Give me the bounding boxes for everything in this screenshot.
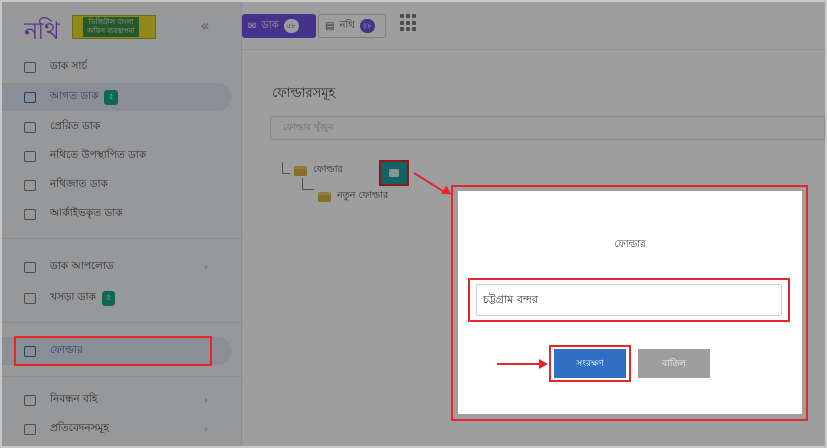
cancel-button[interactable]: বাতিল	[638, 349, 710, 378]
folder-name-input[interactable]	[476, 284, 782, 316]
dialog-title: ফোল্ডার	[614, 239, 646, 250]
annotation-highlight-box	[14, 336, 212, 366]
app-window: নথি ডিজিটাল বাংলা অফিস ব্যবস্থাপনা « ডাক…	[0, 0, 827, 448]
save-button[interactable]: সংরক্ষণ	[554, 349, 626, 378]
annotation-arrow	[497, 363, 541, 365]
annotation-arrowhead	[539, 359, 548, 369]
